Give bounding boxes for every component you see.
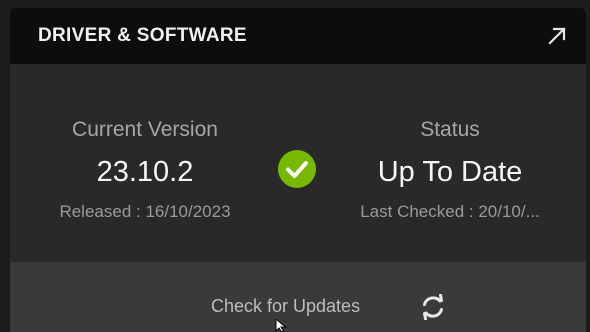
check-for-updates-button[interactable]: Check for Updates	[10, 262, 586, 332]
driver-software-panel: DRIVER & SOFTWARE Current Version 23.10.…	[10, 8, 586, 332]
check-for-updates-label: Check for Updates	[211, 296, 361, 316]
panel-header: DRIVER & SOFTWARE	[10, 8, 586, 64]
panel-title: DRIVER & SOFTWARE	[38, 25, 247, 46]
expand-arrow-icon[interactable]	[546, 25, 568, 47]
status-label: Status	[420, 118, 480, 141]
mouse-cursor-icon	[275, 319, 287, 332]
status-value: Up To Date	[377, 156, 523, 188]
refresh-icon[interactable]	[420, 294, 446, 320]
last-checked-date: Last Checked : 20/10/...	[360, 202, 540, 221]
check-circle-icon	[278, 150, 316, 188]
panel-body: Current Version 23.10.2 Released : 16/10…	[10, 64, 586, 260]
current-version-value: 23.10.2	[96, 156, 194, 188]
released-date: Released : 16/10/2023	[59, 202, 231, 221]
current-version-label: Current Version	[72, 118, 218, 141]
